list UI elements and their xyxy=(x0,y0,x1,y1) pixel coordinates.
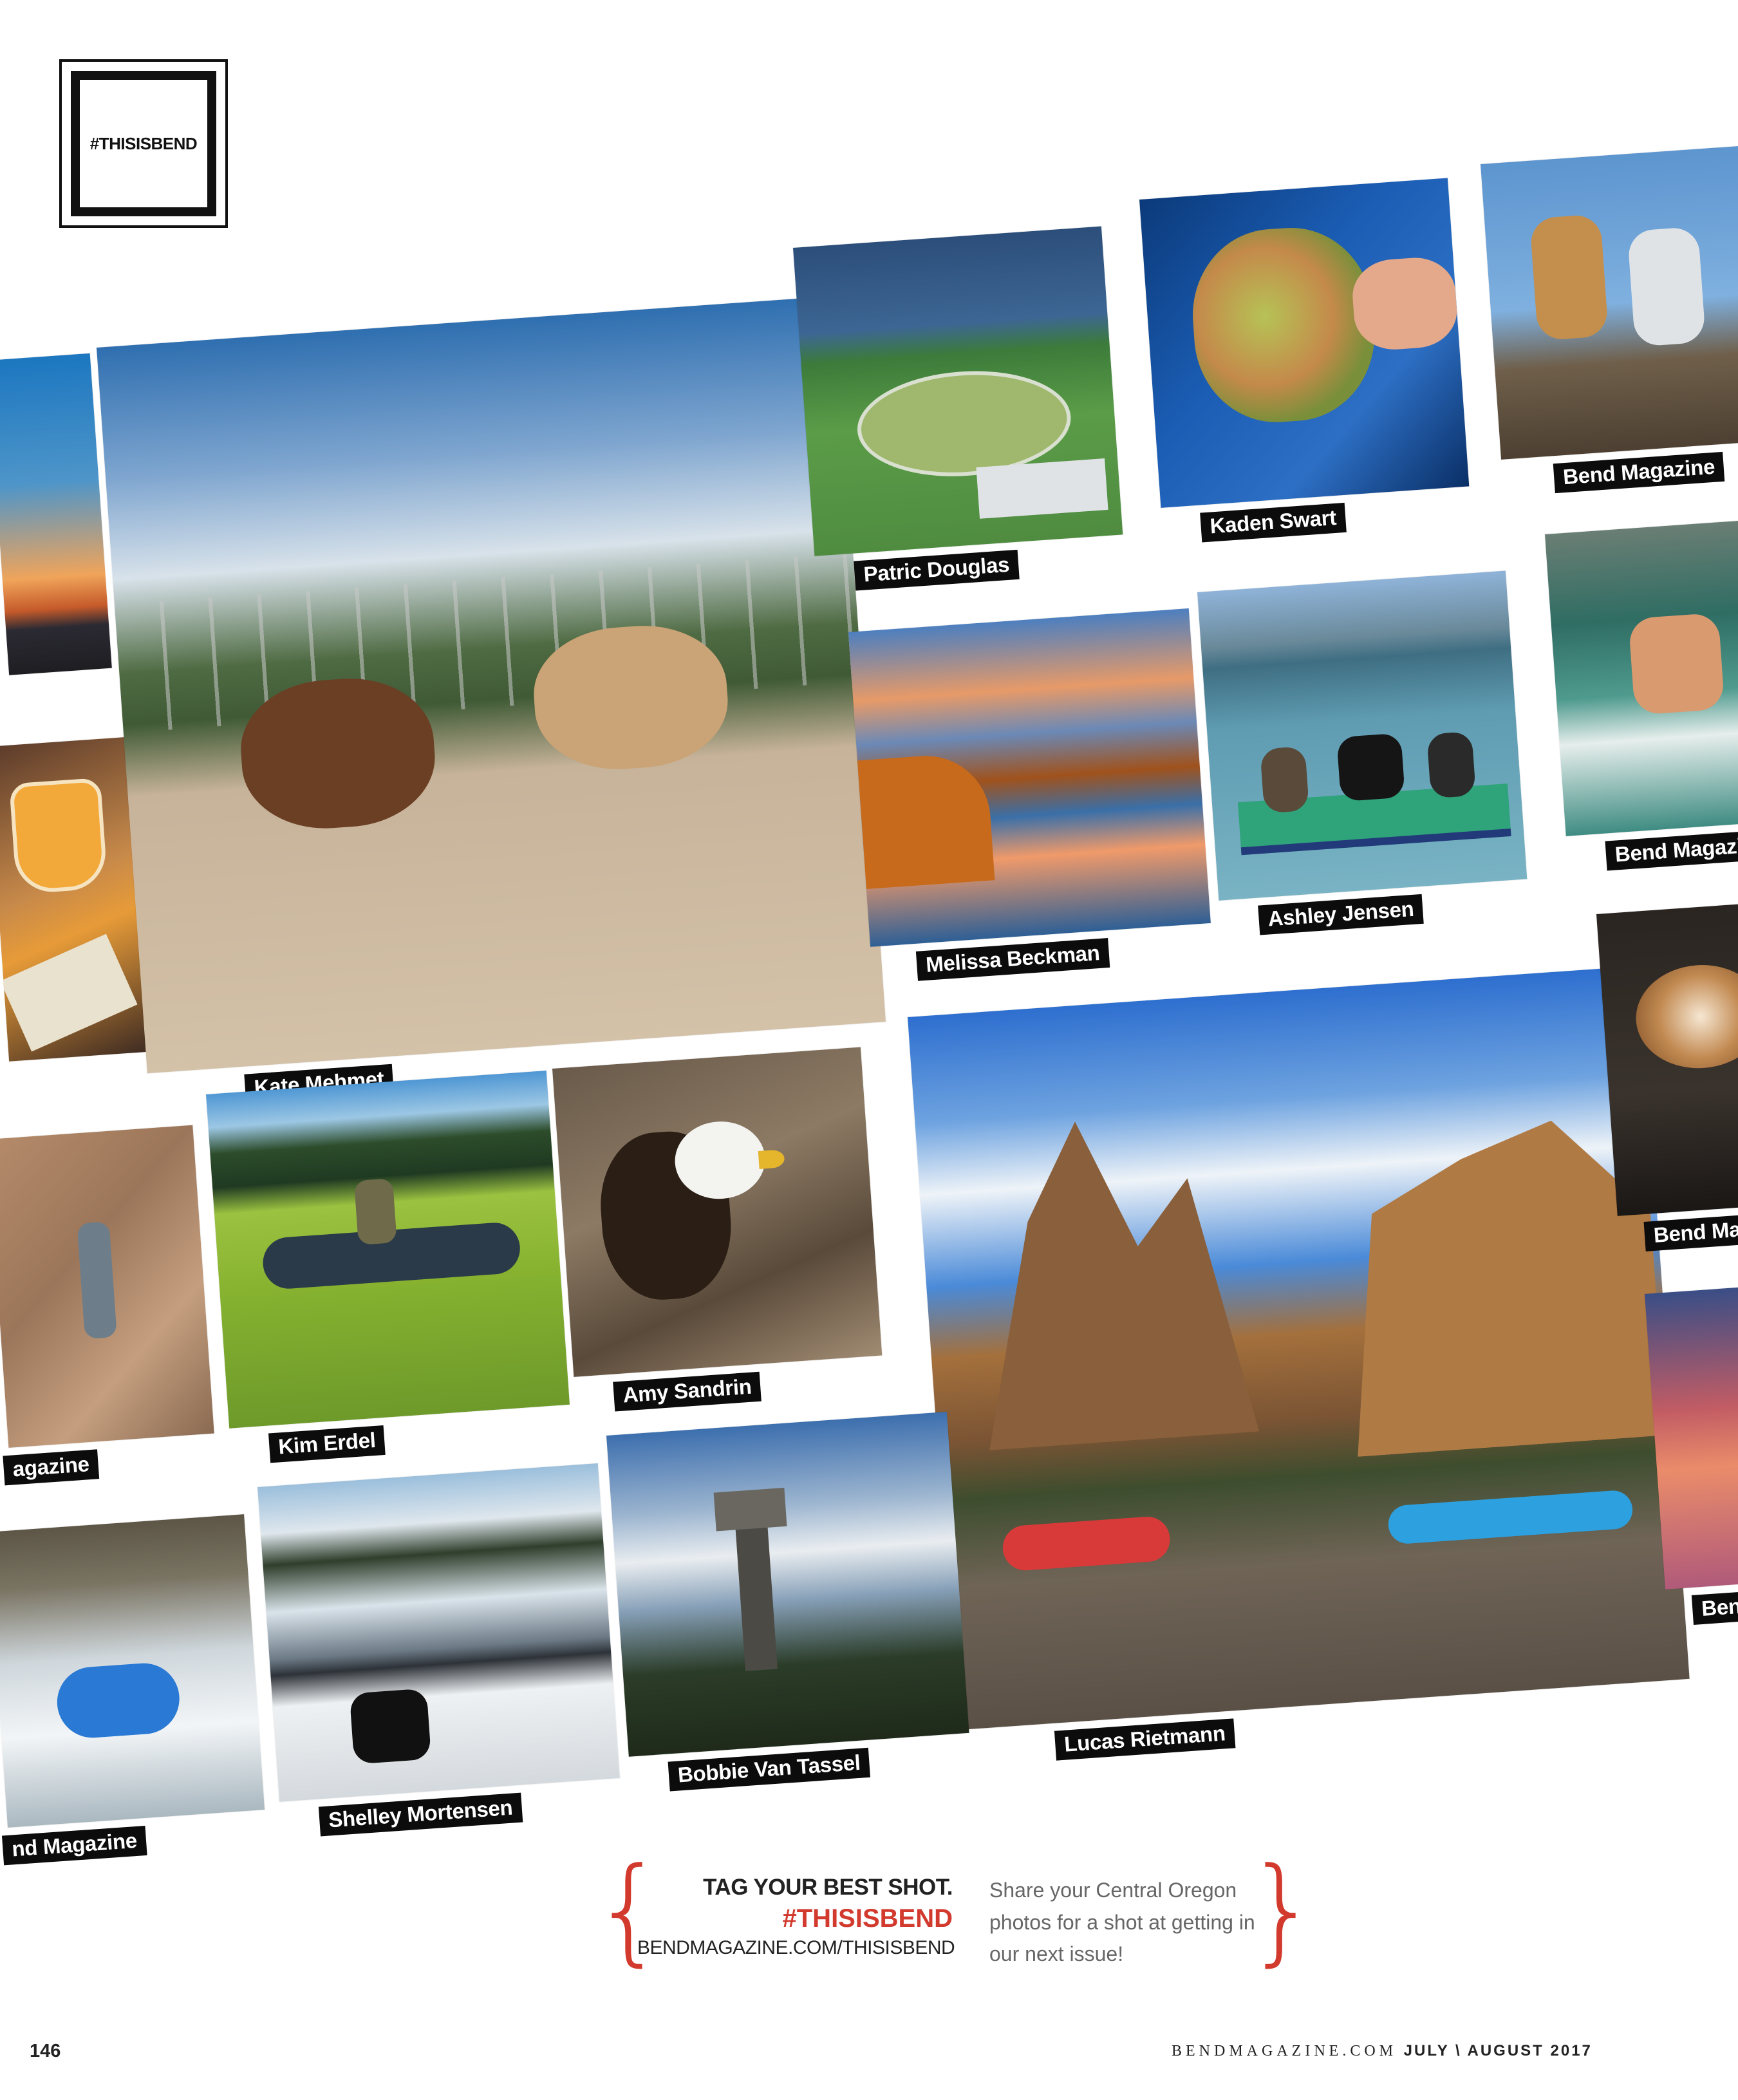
right-brace: } xyxy=(1246,1843,1320,1978)
photo-credit: Bobbie Van Tassel xyxy=(668,1747,871,1792)
callout-headline: TAG YOUR BEST SHOT. xyxy=(703,1875,953,1900)
photo-image xyxy=(1545,519,1738,836)
photo-park: Patric Douglas xyxy=(793,226,1123,591)
photo-credit: Amy Sandrin xyxy=(613,1371,762,1412)
page-number: 146 xyxy=(30,2041,61,2061)
photo-credit: Ashley Jensen xyxy=(1258,894,1425,935)
photo-credit: Bend Ma xyxy=(1643,1214,1738,1252)
folio-site: BENDMAGAZINE.COM xyxy=(1172,2043,1397,2059)
photo-image xyxy=(1197,570,1528,901)
photo-image xyxy=(0,1125,214,1448)
photo-smith-rock: Lucas Rietmann xyxy=(908,966,1690,1761)
photo-kayak-lake: Kim Erdel xyxy=(206,1071,570,1463)
photo-image xyxy=(848,608,1211,947)
logo-label: #THISISBEND xyxy=(89,133,198,153)
photo-image xyxy=(793,226,1123,556)
tag-your-best-shot-callout: { TAG YOUR BEST SHOT. #THISISBEND BENDMA… xyxy=(592,1853,1320,1976)
photo-lake-dog: Shelley Mortensen xyxy=(257,1463,620,1837)
photo-credit: Bend Magazine xyxy=(1553,451,1725,494)
logo-inner-frame: #THISISBEND xyxy=(71,71,216,216)
callout-hashtag: #THISISBEND xyxy=(782,1904,953,1933)
photo-credit: Lucas Rietmann xyxy=(1054,1718,1236,1761)
photo-horses: Kate Mehmet xyxy=(97,295,886,1104)
photo-image xyxy=(0,353,112,675)
photo-jump: Bend Magazine xyxy=(1545,519,1738,871)
folio: BENDMAGAZINE.COM JULY \ AUGUST 2017 xyxy=(1172,2042,1593,2060)
photo-image xyxy=(0,1514,265,1828)
photo-trout: Kaden Swart xyxy=(1139,178,1470,543)
photo-eagle: Amy Sandrin xyxy=(552,1047,883,1412)
photo-credit: Kim Erdel xyxy=(268,1425,386,1463)
photo-image xyxy=(206,1071,570,1429)
photo-image xyxy=(1481,145,1738,460)
photo-credit: Shelley Mortensen xyxy=(318,1792,523,1837)
photo-credit: Melissa Beckman xyxy=(915,938,1110,982)
photo-image xyxy=(552,1047,883,1377)
callout-body: Share your Central Oregon photos for a s… xyxy=(989,1879,1255,1966)
photo-image xyxy=(1139,178,1470,508)
folio-issue: JULY \ AUGUST 2017 xyxy=(1403,2042,1593,2059)
photo-reflection: Melissa Beckman xyxy=(848,608,1211,982)
photo-dogs-rock: Bend Magazine xyxy=(1481,145,1738,494)
photo-image xyxy=(97,295,886,1074)
thisisbend-logo: #THISISBEND xyxy=(59,59,228,228)
callout-left-column: TAG YOUR BEST SHOT. #THISISBEND BENDMAGA… xyxy=(637,1875,955,1959)
photo-edge-raft: nd Magazine xyxy=(0,1514,265,1866)
photo-coffee: Bend Ma xyxy=(1596,902,1738,1252)
photo-credit: Bend Magazine xyxy=(1605,829,1738,871)
photo-lookout: Bobbie Van Tassel xyxy=(606,1412,969,1792)
photo-credit: Patric Douglas xyxy=(854,549,1020,591)
photo-credit: nd Magazine xyxy=(1,1826,147,1866)
photo-edge-sunset xyxy=(0,353,112,675)
photo-credit: agazine xyxy=(3,1449,100,1486)
photo-image xyxy=(257,1463,620,1802)
callout-url[interactable]: BENDMAGAZINE.COM/THISISBEND xyxy=(637,1937,955,1959)
photo-credit: Kaden Swart xyxy=(1200,502,1347,543)
photo-image xyxy=(606,1412,969,1757)
photo-edge-climb: agazine xyxy=(0,1125,214,1486)
photo-credit: Bend xyxy=(1691,1590,1738,1626)
photo-dogs-board: Ashley Jensen xyxy=(1197,570,1528,935)
photo-image xyxy=(908,966,1690,1730)
photo-image xyxy=(1596,902,1738,1216)
